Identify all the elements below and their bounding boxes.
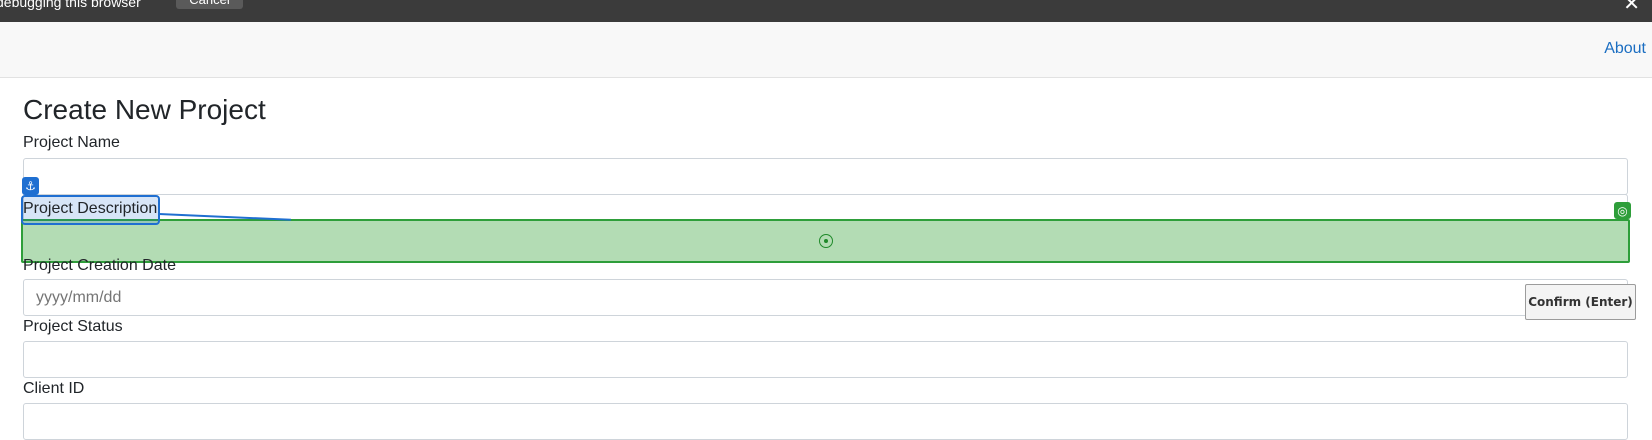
crosshair-icon: [819, 234, 833, 248]
project-creation-date-label: Project Creation Date: [23, 257, 176, 274]
project-status-input[interactable]: [23, 341, 1628, 378]
page-title: Create New Project: [23, 94, 266, 125]
target-icon: ◎: [1614, 202, 1631, 219]
nav-about-link[interactable]: About: [1604, 40, 1646, 58]
project-name-input[interactable]: [23, 158, 1628, 195]
client-id-label: Client ID: [23, 380, 85, 397]
client-id-input[interactable]: [23, 403, 1628, 440]
project-description-label: Project Description: [23, 200, 158, 217]
close-icon[interactable]: ✕: [1623, 0, 1640, 14]
cancel-debug-button[interactable]: Cancel: [176, 0, 243, 9]
debug-message: debugging this browser: [0, 0, 141, 10]
project-creation-date-input[interactable]: [23, 279, 1628, 316]
project-status-label: Project Status: [23, 318, 123, 335]
anchor-icon: ⚓: [22, 177, 39, 195]
confirm-button[interactable]: Confirm (Enter): [1525, 284, 1636, 320]
debug-bar: debugging this browser Cancel ✕: [0, 0, 1652, 22]
navbar: About: [0, 22, 1652, 78]
project-name-label: Project Name: [23, 134, 120, 151]
